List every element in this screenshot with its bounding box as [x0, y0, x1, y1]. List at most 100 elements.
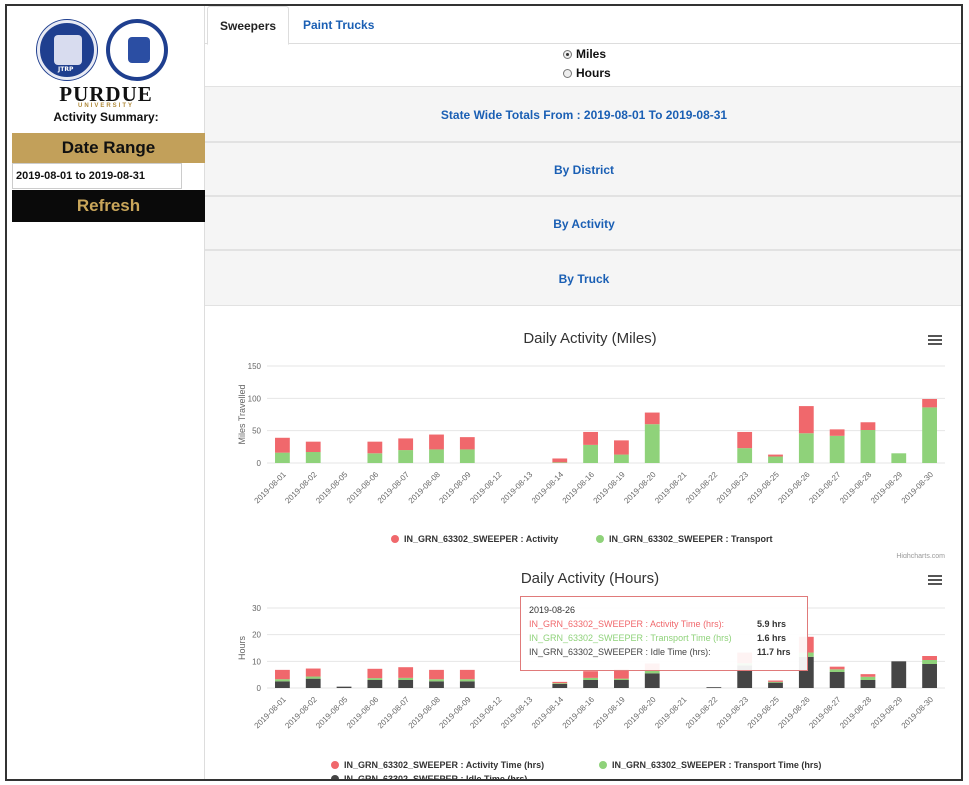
bar-segment	[891, 661, 907, 688]
bar-segment	[429, 669, 444, 680]
bar-segment	[922, 407, 937, 463]
x-tick-label: 2019-08-13	[499, 470, 535, 506]
bar-segment	[367, 668, 383, 679]
bar-segment	[829, 435, 845, 463]
x-tick-label: 2019-08-28	[838, 695, 874, 731]
x-tick-label: 2019-08-19	[592, 470, 628, 506]
bar-segment	[429, 434, 444, 450]
y-tick-label: 50	[252, 427, 261, 436]
bar-segment	[305, 441, 321, 453]
hours-radio-label: Hours	[576, 66, 611, 80]
x-tick-label: 2019-08-01	[253, 470, 289, 506]
panel-statewide-totals[interactable]: State Wide Totals From : 2019-08-01 To 2…	[205, 86, 961, 142]
x-tick-label: 2019-08-21	[653, 695, 689, 731]
bar-segment	[614, 680, 629, 688]
date-range-input[interactable]: 2019-08-01 to 2019-08-31	[12, 163, 182, 189]
tooltip-idle-name: IN_GRN_63302_SWEEPER : Idle Time (hrs):	[529, 647, 711, 657]
miles-radio-option[interactable]: Miles	[563, 47, 606, 61]
tab-paint-trucks[interactable]: Paint Trucks	[291, 6, 386, 44]
tooltip-transport-name: IN_GRN_63302_SWEEPER : Transport Time (h…	[529, 633, 732, 643]
date-range-header: Date Range	[12, 133, 205, 163]
bar-segment	[275, 679, 290, 682]
bar-segment	[829, 429, 845, 436]
app-frame: JTRP PURDUE UNIVERSITY Activity Summary:…	[5, 4, 963, 781]
y-tick-label: 100	[248, 394, 262, 403]
bar-segment	[737, 431, 753, 449]
bar-segment	[583, 671, 598, 678]
panel-by-district[interactable]: By District	[205, 142, 961, 196]
x-tick-label: 2019-08-27	[807, 695, 843, 731]
legend-marker	[599, 761, 607, 769]
bar-segment	[644, 673, 660, 688]
x-tick-label: 2019-08-13	[499, 695, 535, 731]
bar-segment	[860, 430, 876, 463]
bar-segment	[583, 680, 598, 688]
menu-icon[interactable]	[928, 335, 942, 345]
bar-segment	[552, 458, 568, 463]
bar-segment	[583, 431, 598, 445]
panel-by-truck[interactable]: By Truck	[205, 250, 961, 306]
y-tick-label: 0	[257, 459, 262, 468]
refresh-button[interactable]: Refresh	[12, 190, 205, 222]
tab-sweepers[interactable]: Sweepers	[207, 6, 290, 45]
x-tick-label: 2019-08-01	[253, 695, 289, 731]
x-tick-label: 2019-08-06	[345, 470, 381, 506]
bar-segment	[860, 680, 876, 688]
bridge-icon	[54, 35, 82, 65]
bar-segment	[459, 669, 475, 680]
bar-segment	[706, 687, 722, 688]
x-tick-label: 2019-08-12	[468, 695, 504, 731]
y-tick-label: 0	[257, 684, 262, 693]
bar-segment	[552, 684, 568, 688]
radio-selected-icon[interactable]	[563, 49, 572, 59]
bar-segment	[860, 674, 876, 677]
tooltip-row: IN_GRN_63302_SWEEPER : Activity Time (hr…	[529, 617, 799, 631]
y-tick-label: 20	[252, 631, 261, 640]
activity-summary-heading: Activity Summary:	[53, 110, 159, 124]
bar-segment	[305, 668, 321, 677]
bar-segment	[552, 683, 568, 684]
x-tick-label: 2019-08-08	[407, 695, 443, 731]
menu-icon-bar	[928, 583, 942, 585]
tooltip-date: 2019-08-26	[529, 605, 576, 615]
bar-segment	[398, 438, 414, 451]
x-tick-label: 2019-08-14	[530, 695, 566, 731]
x-tick-label: 2019-08-30	[900, 470, 936, 506]
x-tick-label: 2019-08-02	[283, 470, 319, 506]
bar-segment	[275, 669, 290, 680]
bar-segment	[305, 678, 321, 688]
legend-label: IN_GRN_63302_SWEEPER : Idle Time (hrs)	[344, 774, 527, 781]
bar-segment	[429, 449, 444, 463]
radio-unselected-icon[interactable]	[563, 68, 572, 78]
x-tick-label: 2019-08-12	[468, 470, 504, 506]
bar-segment	[459, 679, 475, 682]
legend-label: IN_GRN_63302_SWEEPER : Transport Time (h…	[612, 760, 821, 770]
bar-segment	[922, 398, 937, 408]
menu-icon[interactable]	[928, 575, 942, 585]
hours-radio-option[interactable]: Hours	[563, 66, 611, 80]
x-tick-label: 2019-08-20	[622, 695, 658, 731]
x-tick-label: 2019-08-23	[715, 470, 751, 506]
x-tick-label: 2019-08-05	[314, 470, 350, 506]
tooltip-transport-value: 1.6 hrs	[757, 633, 787, 643]
x-tick-label: 2019-08-29	[869, 470, 905, 506]
x-tick-label: 2019-08-19	[592, 695, 628, 731]
sidebar: JTRP PURDUE UNIVERSITY Activity Summary:…	[7, 6, 205, 779]
bar-segment	[275, 681, 290, 688]
tooltip-row: IN_GRN_63302_SWEEPER : Idle Time (hrs): 1…	[529, 645, 799, 659]
x-tick-label: 2019-08-25	[746, 470, 782, 506]
legend-label: IN_GRN_63302_SWEEPER : Activity	[404, 534, 558, 544]
bar-segment	[798, 433, 814, 463]
x-tick-label: 2019-08-07	[376, 470, 412, 506]
y-axis-label: Hours	[237, 636, 247, 661]
legend-marker	[331, 761, 339, 769]
bar-segment	[798, 406, 814, 434]
x-tick-label: 2019-08-20	[622, 470, 658, 506]
x-tick-label: 2019-08-02	[283, 695, 319, 731]
panel-by-activity[interactable]: By Activity	[205, 196, 961, 250]
x-tick-label: 2019-08-07	[376, 695, 412, 731]
x-tick-label: 2019-08-21	[653, 470, 689, 506]
bar-segment	[768, 454, 783, 457]
bar-segment	[305, 676, 321, 679]
y-tick-label: 30	[252, 604, 261, 613]
